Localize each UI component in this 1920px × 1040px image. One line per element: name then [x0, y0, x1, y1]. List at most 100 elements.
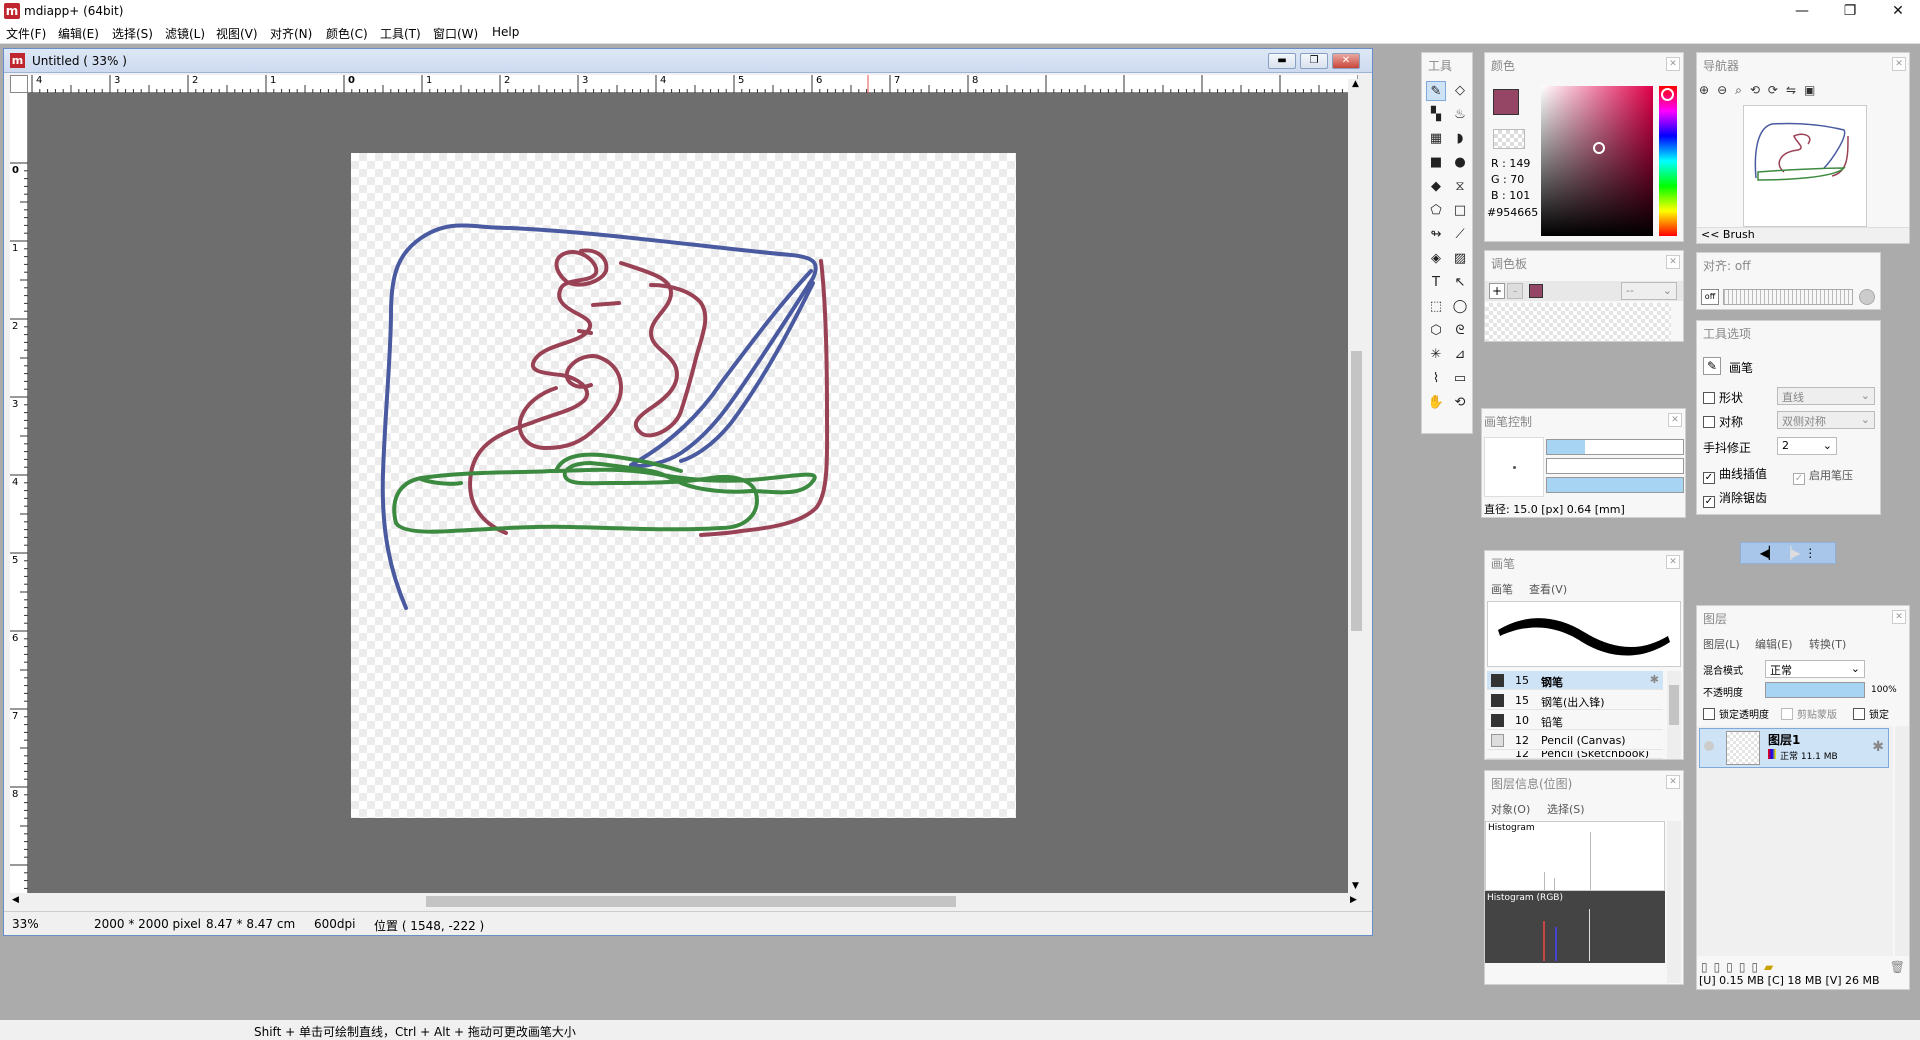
transparent-color-swatch[interactable]: [1493, 129, 1525, 149]
zoom-actual-icon[interactable]: ⌕: [1735, 83, 1750, 97]
vertical-scroll-thumb[interactable]: [1351, 351, 1362, 631]
square-tool-icon[interactable]: □: [1450, 201, 1470, 221]
brush-item[interactable]: 12 Pencil (Canvas): [1487, 731, 1663, 750]
reset-view-icon[interactable]: ▣: [1804, 83, 1823, 97]
checkbox-box[interactable]: [1703, 392, 1715, 404]
menu-help[interactable]: Help: [492, 25, 519, 39]
layer-info-menu-object[interactable]: 对象(O): [1491, 801, 1530, 817]
new-text-layer-icon[interactable]: ▯: [1751, 960, 1764, 974]
checkbox-box[interactable]: ✓: [1793, 473, 1805, 485]
brush-item[interactable]: 10 铅笔: [1487, 711, 1663, 730]
menu-window[interactable]: 窗口(W): [433, 25, 478, 42]
drawing-canvas[interactable]: [351, 153, 1016, 818]
prev-frame-icon[interactable]: ◀▏: [1760, 546, 1778, 560]
brush-item[interactable]: 15 钢笔(出入锋): [1487, 691, 1663, 710]
brush-item[interactable]: 12 Pencil (Sketchbook): [1487, 751, 1663, 759]
lasso-select-tool-icon[interactable]: ᘓ: [1450, 321, 1470, 341]
canvas-viewport[interactable]: [28, 93, 1348, 893]
layer-info-close-icon[interactable]: ✕: [1666, 775, 1680, 789]
minimize-button[interactable]: —: [1780, 0, 1824, 22]
scroll-down-arrow-icon[interactable]: ▼: [1352, 881, 1359, 891]
pen-curve-tool-icon[interactable]: ↬: [1426, 225, 1446, 245]
menu-snap[interactable]: 对齐(N): [270, 25, 312, 42]
snap-settings-button[interactable]: [1859, 289, 1875, 305]
ellipse-fill-tool-icon[interactable]: ●: [1450, 153, 1470, 173]
rect-fill-tool-icon[interactable]: ■: [1426, 153, 1446, 173]
hand-tool-icon[interactable]: ✋: [1426, 393, 1446, 413]
gradient-tool-icon[interactable]: ▨: [1450, 249, 1470, 269]
maximize-button[interactable]: ❐: [1828, 0, 1872, 22]
curve-checkbox[interactable]: ✓ 曲线插值: [1703, 465, 1767, 484]
ruler-tool-icon[interactable]: ⟋: [1450, 225, 1470, 245]
layers-menu-layer[interactable]: 图层(L): [1703, 636, 1740, 652]
symmetry-select[interactable]: 双侧对称 ⌄: [1777, 411, 1875, 429]
palette-color-swatch[interactable]: [1529, 284, 1543, 298]
foreground-color-swatch[interactable]: [1493, 89, 1519, 115]
rotate-tool-icon[interactable]: ⟲: [1450, 393, 1470, 413]
zoom-in-icon[interactable]: ⊕: [1699, 83, 1717, 97]
horizontal-scrollbar[interactable]: ◀ ▶: [10, 893, 1365, 910]
layers-menu-edit[interactable]: 编辑(E): [1755, 636, 1793, 652]
gear-icon[interactable]: ✱: [1872, 739, 1884, 755]
scroll-up-arrow-icon[interactable]: ▲: [1352, 79, 1359, 89]
eraser-tool-icon[interactable]: ◇: [1450, 81, 1470, 101]
rotate-right-icon[interactable]: ⟳: [1768, 83, 1786, 97]
eyedropper-tool-icon[interactable]: ⌇: [1426, 369, 1446, 389]
brush-control-close-icon[interactable]: ✕: [1668, 413, 1682, 427]
new-layer-icon[interactable]: ▯: [1701, 960, 1714, 974]
grid-tool-icon[interactable]: ▦: [1426, 129, 1446, 149]
scroll-right-arrow-icon[interactable]: ▶: [1350, 895, 1357, 905]
scroll-left-arrow-icon[interactable]: ◀: [12, 895, 19, 905]
lock-alpha-checkbox[interactable]: 锁定透明度: [1703, 706, 1769, 721]
ellipse-select-tool-icon[interactable]: ◯: [1450, 297, 1470, 317]
palette-add-button[interactable]: +: [1489, 283, 1505, 299]
brush-density-slider[interactable]: [1546, 458, 1684, 474]
shape-select[interactable]: 直线 ⌄: [1777, 387, 1875, 405]
rotate-left-icon[interactable]: ⟲: [1750, 83, 1768, 97]
polygon-tool-icon[interactable]: ⬠: [1426, 201, 1446, 221]
doc-minimize-button[interactable]: ▬: [1268, 53, 1296, 69]
flip-icon[interactable]: ⇋: [1786, 83, 1804, 97]
palette-swatch-area[interactable]: [1485, 303, 1671, 341]
rect-select-tool-icon[interactable]: ⬚: [1426, 297, 1446, 317]
menu-view[interactable]: 视图(V): [216, 25, 258, 42]
layers-menu-convert[interactable]: 转换(T): [1809, 636, 1846, 652]
layers-panel-close-icon[interactable]: ✕: [1892, 610, 1906, 624]
checkbox-box[interactable]: [1781, 708, 1793, 720]
lasso-fill-tool-icon[interactable]: ⧖: [1450, 177, 1470, 197]
new-halftone-layer-icon[interactable]: ▯: [1714, 960, 1727, 974]
brush-size-slider[interactable]: [1546, 439, 1684, 455]
layer-info-scrollbar[interactable]: [1667, 821, 1681, 983]
lock-checkbox[interactable]: 锁定: [1853, 706, 1889, 721]
color-panel-close-icon[interactable]: ✕: [1666, 57, 1680, 71]
menu-color[interactable]: 颜色(C): [326, 25, 368, 42]
checkbox-box[interactable]: [1853, 708, 1865, 720]
trash-icon[interactable]: 🗑: [1890, 960, 1905, 974]
menu-edit[interactable]: 编辑(E): [58, 25, 99, 42]
checkbox-box[interactable]: ✓: [1703, 496, 1715, 508]
navigator-close-icon[interactable]: ✕: [1892, 57, 1906, 71]
symmetry-checkbox[interactable]: 对称: [1703, 413, 1743, 430]
zoom-out-icon[interactable]: ⊖: [1717, 83, 1735, 97]
more-options-icon[interactable]: ⋮: [1804, 546, 1816, 560]
stabilizer-select[interactable]: 2 ⌄: [1777, 437, 1837, 455]
palette-select[interactable]: -- ⌄: [1621, 282, 1677, 300]
new-1bit-layer-icon[interactable]: ▯: [1739, 960, 1752, 974]
blend-mode-select[interactable]: 正常 ⌄: [1765, 660, 1865, 678]
gear-icon[interactable]: ✱: [1650, 673, 1659, 686]
palette-remove-button[interactable]: -: [1507, 283, 1523, 299]
close-button[interactable]: ✕: [1876, 0, 1920, 22]
next-frame-icon[interactable]: ▕▶: [1782, 546, 1800, 560]
brush-menu-view[interactable]: 查看(V): [1529, 581, 1567, 597]
layer-row[interactable]: 图层1 正常 11.1 MB ✱: [1699, 728, 1889, 768]
poly-select-tool-icon[interactable]: ⬡: [1426, 321, 1446, 341]
pattern-tool-icon[interactable]: ◗: [1450, 129, 1470, 149]
hue-slider[interactable]: [1659, 86, 1677, 236]
shape-checkbox[interactable]: 形状: [1703, 389, 1743, 406]
brush-tool-icon[interactable]: ✎: [1426, 81, 1446, 101]
brush-menu-brush[interactable]: 画笔: [1491, 581, 1513, 597]
magic-wand-tool-icon[interactable]: ✳: [1426, 345, 1446, 365]
brush-panel-close-icon[interactable]: ✕: [1666, 555, 1680, 569]
snap-modes-toolbar[interactable]: [1723, 289, 1853, 305]
doc-restore-button[interactable]: ❐: [1300, 53, 1328, 69]
